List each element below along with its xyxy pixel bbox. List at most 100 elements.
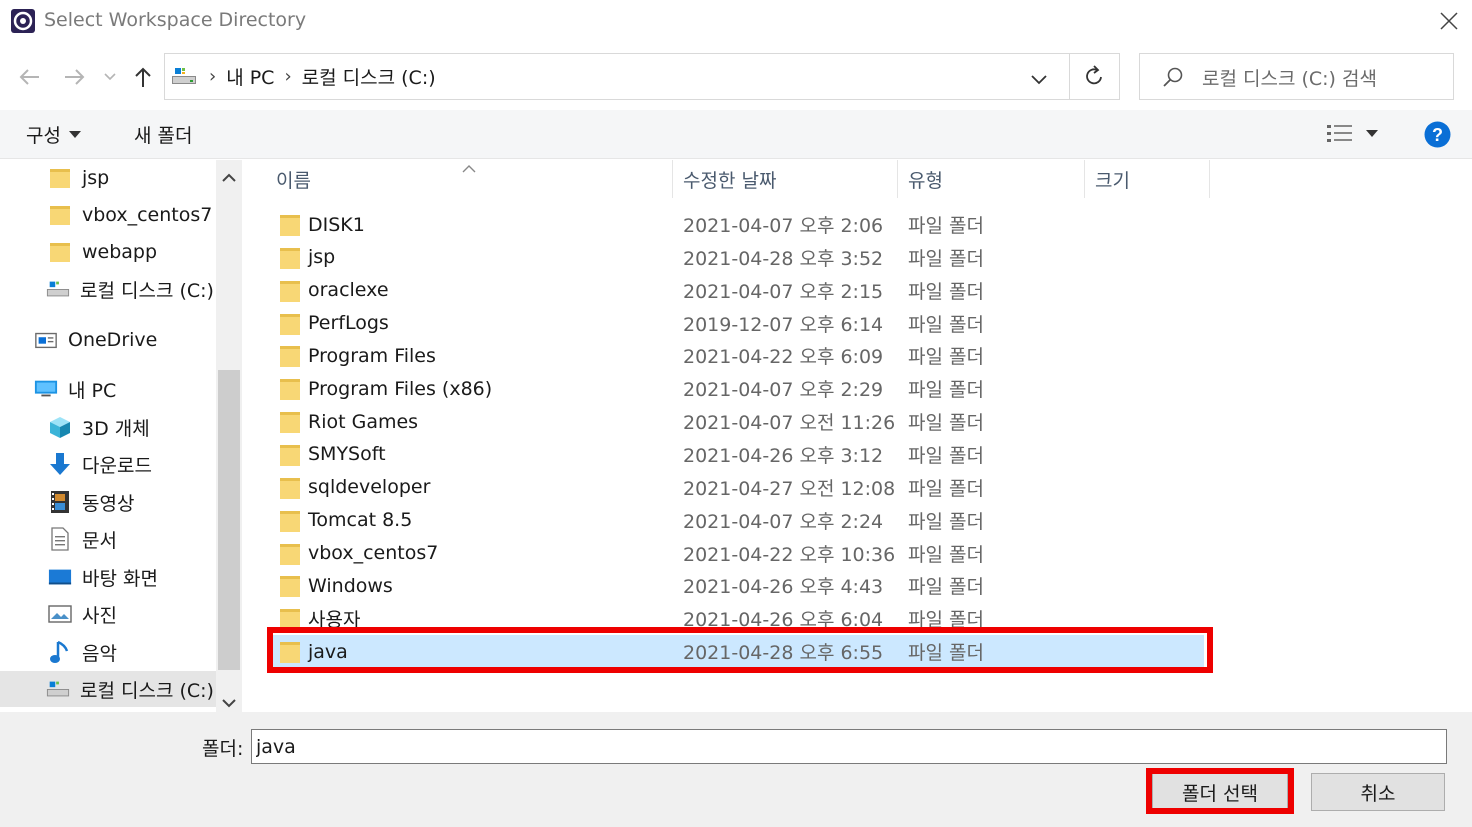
highlight-box-java-row [267,627,1213,673]
nav-item-3d-objects[interactable]: 3D 개체 [0,409,216,445]
file-row[interactable]: Program Files (x86) 2021-04-07 오후 2:29 파일 … [268,372,1204,405]
file-type: 파일 폴더 [908,543,984,566]
refresh-icon [1086,65,1102,85]
column-header-date[interactable]: 수정한 날짜 [683,166,776,193]
nav-item-label: 사진 [82,604,117,627]
nav-item-vbox-centos7[interactable]: vbox_centos7 [0,197,216,233]
nav-item-desktop[interactable]: 바탕 화면 [0,559,216,595]
close-button[interactable] [1430,4,1468,38]
nav-item-label: vbox_centos7 [82,204,213,226]
folder-icon [280,280,300,302]
highlight-box-select-button [1146,768,1294,814]
column-header-name[interactable]: 이름 [276,166,311,193]
file-name: jsp [308,246,336,269]
nav-item-label: 내 PC [68,379,117,402]
help-button[interactable]: ? [1424,121,1451,152]
chevron-down-icon [104,73,116,81]
back-button[interactable] [14,62,44,92]
nav-item-label: 바탕 화면 [82,567,158,590]
file-type: 파일 폴더 [908,412,984,435]
file-type: 파일 폴더 [908,346,984,369]
file-type: 파일 폴더 [908,576,984,599]
file-row[interactable]: jsp 2021-04-28 오후 3:52 파일 폴더 [268,241,1204,274]
search-input[interactable]: 로컬 디스크 (C:) 검색 [1139,53,1454,100]
file-date: 2021-04-07 오후 2:06 [683,215,884,237]
folder-icon [48,166,72,190]
arrow-left-icon [19,69,39,85]
nav-item-documents[interactable]: 문서 [0,521,216,557]
folder-icon [280,510,300,532]
up-button[interactable] [128,62,158,92]
file-row[interactable]: Program Files 2021-04-22 오후 6:09 파일 폴더 [268,339,1204,372]
column-header-size[interactable]: 크기 [1095,166,1130,193]
file-date: 2021-04-07 오후 2:15 [683,280,884,303]
details-view-icon [1327,125,1352,142]
nav-item-local-disk[interactable]: 로컬 디스크 (C:) [0,671,216,707]
nav-item-label: 로컬 디스크 (C:) [80,279,214,302]
file-row[interactable]: DISK1 2021-04-07 오후 2:06 파일 폴더 [268,208,1204,241]
navigation-pane: jsp vbox_centos7 webapp 로컬 디스크 (C:) OneD… [0,160,242,712]
nav-item-music[interactable]: 음악 [0,634,216,670]
file-name: Tomcat 8.5 [308,509,413,532]
nav-item-onedrive[interactable]: OneDrive [0,322,216,358]
file-type: 파일 폴더 [908,313,984,336]
file-name: DISK1 [308,213,365,236]
breadcrumb[interactable]: › 내 PC › 로컬 디스크 (C:) [165,54,1069,99]
file-row[interactable]: vbox_centos7 2021-04-22 오후 10:36 파일 폴더 [268,537,1204,570]
file-row[interactable]: sqldeveloper 2021-04-27 오전 12:08 파일 폴더 [268,471,1204,504]
file-row[interactable]: Riot Games 2021-04-07 오전 11:26 파일 폴더 [268,405,1204,438]
nav-item-label: 음악 [82,642,117,665]
address-bar[interactable]: › 내 PC › 로컬 디스크 (C:) [164,53,1120,100]
folder-icon [280,444,300,466]
folder-icon [280,345,300,368]
address-dropdown[interactable] [1031,70,1047,89]
column-header-type[interactable]: 유형 [908,166,943,193]
file-row[interactable]: PerfLogs 2019-12-07 오후 6:14 파일 폴더 [268,307,1204,340]
svg-text:?: ? [1432,125,1443,145]
close-icon [1440,12,1458,30]
scroll-up-arrow[interactable] [222,168,236,187]
column-divider[interactable] [1209,160,1210,198]
nav-item-downloads[interactable]: 다운로드 [0,446,216,482]
file-date: 2021-04-07 오전 11:26 [683,412,896,435]
nav-item-pictures[interactable]: 사진 [0,596,216,632]
download-icon [48,452,72,476]
file-type: 파일 폴더 [908,215,984,237]
nav-item-my-pc[interactable]: 내 PC [0,371,216,407]
file-name: Windows [308,574,393,597]
file-row[interactable]: oraclexe 2021-04-07 오후 2:15 파일 폴더 [268,274,1204,307]
file-name: oraclexe [308,279,389,302]
cancel-button[interactable]: 취소 [1311,773,1445,811]
new-folder-button[interactable]: 새 폴더 [134,121,192,148]
breadcrumb-my-pc[interactable]: 내 PC [226,63,274,90]
view-options-button[interactable] [1326,123,1378,145]
column-divider[interactable] [672,160,673,198]
scroll-down-arrow[interactable] [222,693,236,712]
file-date: 2021-04-26 오후 4:43 [683,576,884,599]
nav-item-videos[interactable]: 동영상 [0,484,216,520]
nav-item-label: 3D 개체 [82,417,150,440]
nav-item-jsp[interactable]: jsp [0,160,216,196]
recent-locations-button[interactable] [98,62,122,92]
document-icon [48,527,72,551]
window-title: Select Workspace Directory [44,9,307,31]
breadcrumb-local-disk[interactable]: 로컬 디스크 (C:) [302,63,436,90]
file-row[interactable]: Tomcat 8.5 2021-04-07 오후 2:24 파일 폴더 [268,504,1204,537]
nav-scrollbar-thumb[interactable] [218,370,240,670]
nav-item-webapp[interactable]: webapp [0,234,216,270]
organize-button[interactable]: 구성 [26,121,81,148]
file-name: vbox_centos7 [308,542,439,564]
folder-name-input[interactable] [251,729,1447,764]
nav-item-local-disk-quick[interactable]: 로컬 디스크 (C:) [0,271,216,307]
file-row[interactable]: Windows 2021-04-26 오후 4:43 파일 폴더 [268,569,1204,602]
file-date: 2021-04-07 오후 2:29 [683,379,884,402]
folder-icon [280,214,300,236]
forward-button[interactable] [60,62,90,92]
file-row[interactable]: SMYSoft 2021-04-26 오후 3:12 파일 폴더 [268,438,1204,471]
desktop-icon [48,565,72,589]
column-divider[interactable] [1084,160,1085,198]
column-divider[interactable] [897,160,898,198]
refresh-button[interactable] [1085,65,1105,91]
music-icon [48,640,72,664]
title-bar: Select Workspace Directory [0,0,1472,44]
